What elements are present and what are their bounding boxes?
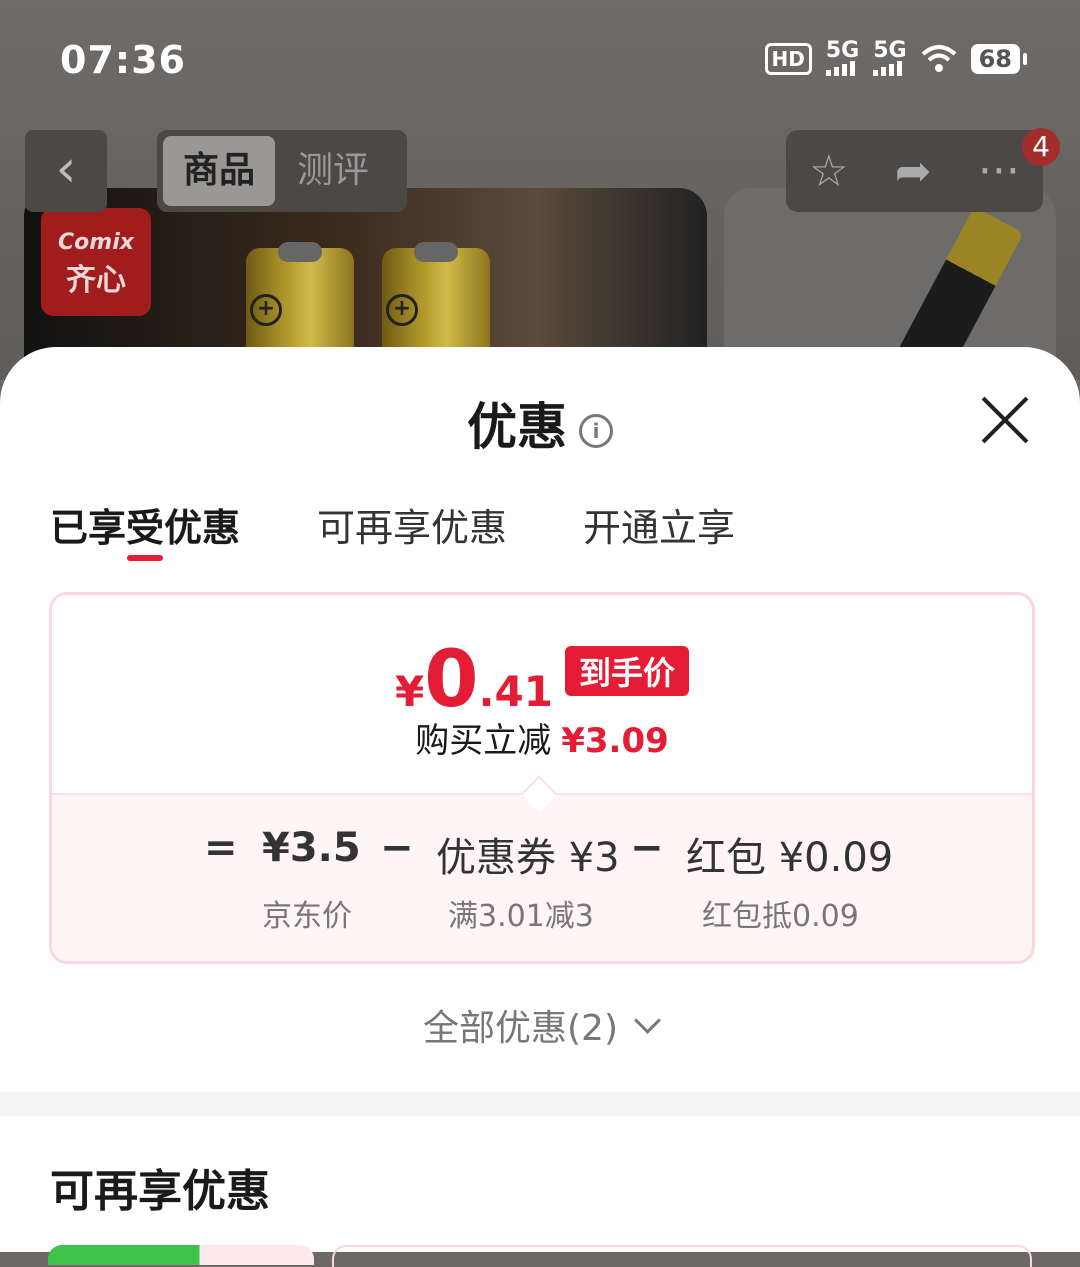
signal-5g-icon: 5G <box>825 40 859 76</box>
active-tab-indicator <box>127 555 163 561</box>
price-breakdown: = ¥3.5 − 优惠券 ¥3 − 红包 ¥0.09 京东价 满3.01减3 红… <box>52 793 1032 961</box>
status-bar: 07:36 HD 5G 5G 68 <box>0 0 1080 120</box>
jd-price: ¥3.5 <box>262 825 361 871</box>
promotion-sheet: 优惠 i 已享受优惠 可再享优惠 开通立享 ¥0.41 到手价 购买立减 ¥3.09 … <box>0 347 1080 1267</box>
signal-5g-icon: 5G <box>873 40 907 76</box>
final-price: ¥0.41 到手价 <box>52 635 1032 725</box>
status-icons: HD 5G 5G 68 <box>764 40 1028 76</box>
top-actions: ☆ ➦ ··· <box>786 130 1043 212</box>
red-packet-amount: 红包 ¥0.09 <box>686 835 894 881</box>
discount-summary: 购买立减 ¥3.09 <box>415 721 669 761</box>
share-icon[interactable]: ➦ <box>895 146 932 197</box>
chevron-left-icon: ‹ <box>55 139 77 199</box>
final-price-badge: 到手价 <box>564 646 689 696</box>
tab-activate-promos[interactable]: 开通立享 <box>583 497 735 552</box>
more-icon[interactable]: ··· <box>978 146 1020 197</box>
more-promos-title: 可再享优惠 <box>50 1166 270 1217</box>
brand-logo: Comix 齐心 <box>41 208 151 316</box>
sheet-title: 优惠 <box>467 398 567 456</box>
coupon-condition: 满3.01减3 <box>448 899 594 934</box>
minus-sign: − <box>630 825 664 871</box>
tab-enjoyed-promos[interactable]: 已享受优惠 <box>50 497 240 552</box>
top-tabs: 商品 测评 <box>157 130 407 212</box>
battery-icon: 68 <box>970 44 1028 74</box>
info-icon[interactable]: i <box>579 413 613 448</box>
back-button[interactable]: ‹ <box>25 130 107 212</box>
equals-sign: = <box>204 825 238 871</box>
tab-review[interactable]: 测评 <box>297 136 369 206</box>
coupon-amount: 优惠券 ¥3 <box>436 835 620 881</box>
star-icon[interactable]: ☆ <box>809 146 848 197</box>
sheet-title-row: 优惠 i <box>0 387 1080 459</box>
section-divider <box>0 1092 1080 1116</box>
tab-more-promos[interactable]: 可再享优惠 <box>317 497 507 552</box>
wifi-icon <box>921 45 956 72</box>
hd-icon: HD <box>764 43 812 75</box>
red-packet-label: 红包抵0.09 <box>702 899 859 934</box>
coupon-card[interactable] <box>332 1245 1032 1267</box>
chevron-down-icon <box>634 1007 661 1034</box>
tab-product[interactable]: 商品 <box>163 136 275 206</box>
price-card: ¥0.41 到手价 购买立减 ¥3.09 = ¥3.5 − 优惠券 ¥3 − 红包 … <box>49 592 1035 964</box>
jd-price-label: 京东价 <box>262 899 352 934</box>
notification-badge: 4 <box>1022 128 1060 166</box>
status-time: 07:36 <box>60 38 186 82</box>
all-promos-toggle[interactable]: 全部优惠(2) <box>0 999 1080 1051</box>
minus-sign: − <box>380 825 414 871</box>
close-icon[interactable] <box>980 395 1030 445</box>
coupon-card[interactable] <box>48 1245 314 1265</box>
